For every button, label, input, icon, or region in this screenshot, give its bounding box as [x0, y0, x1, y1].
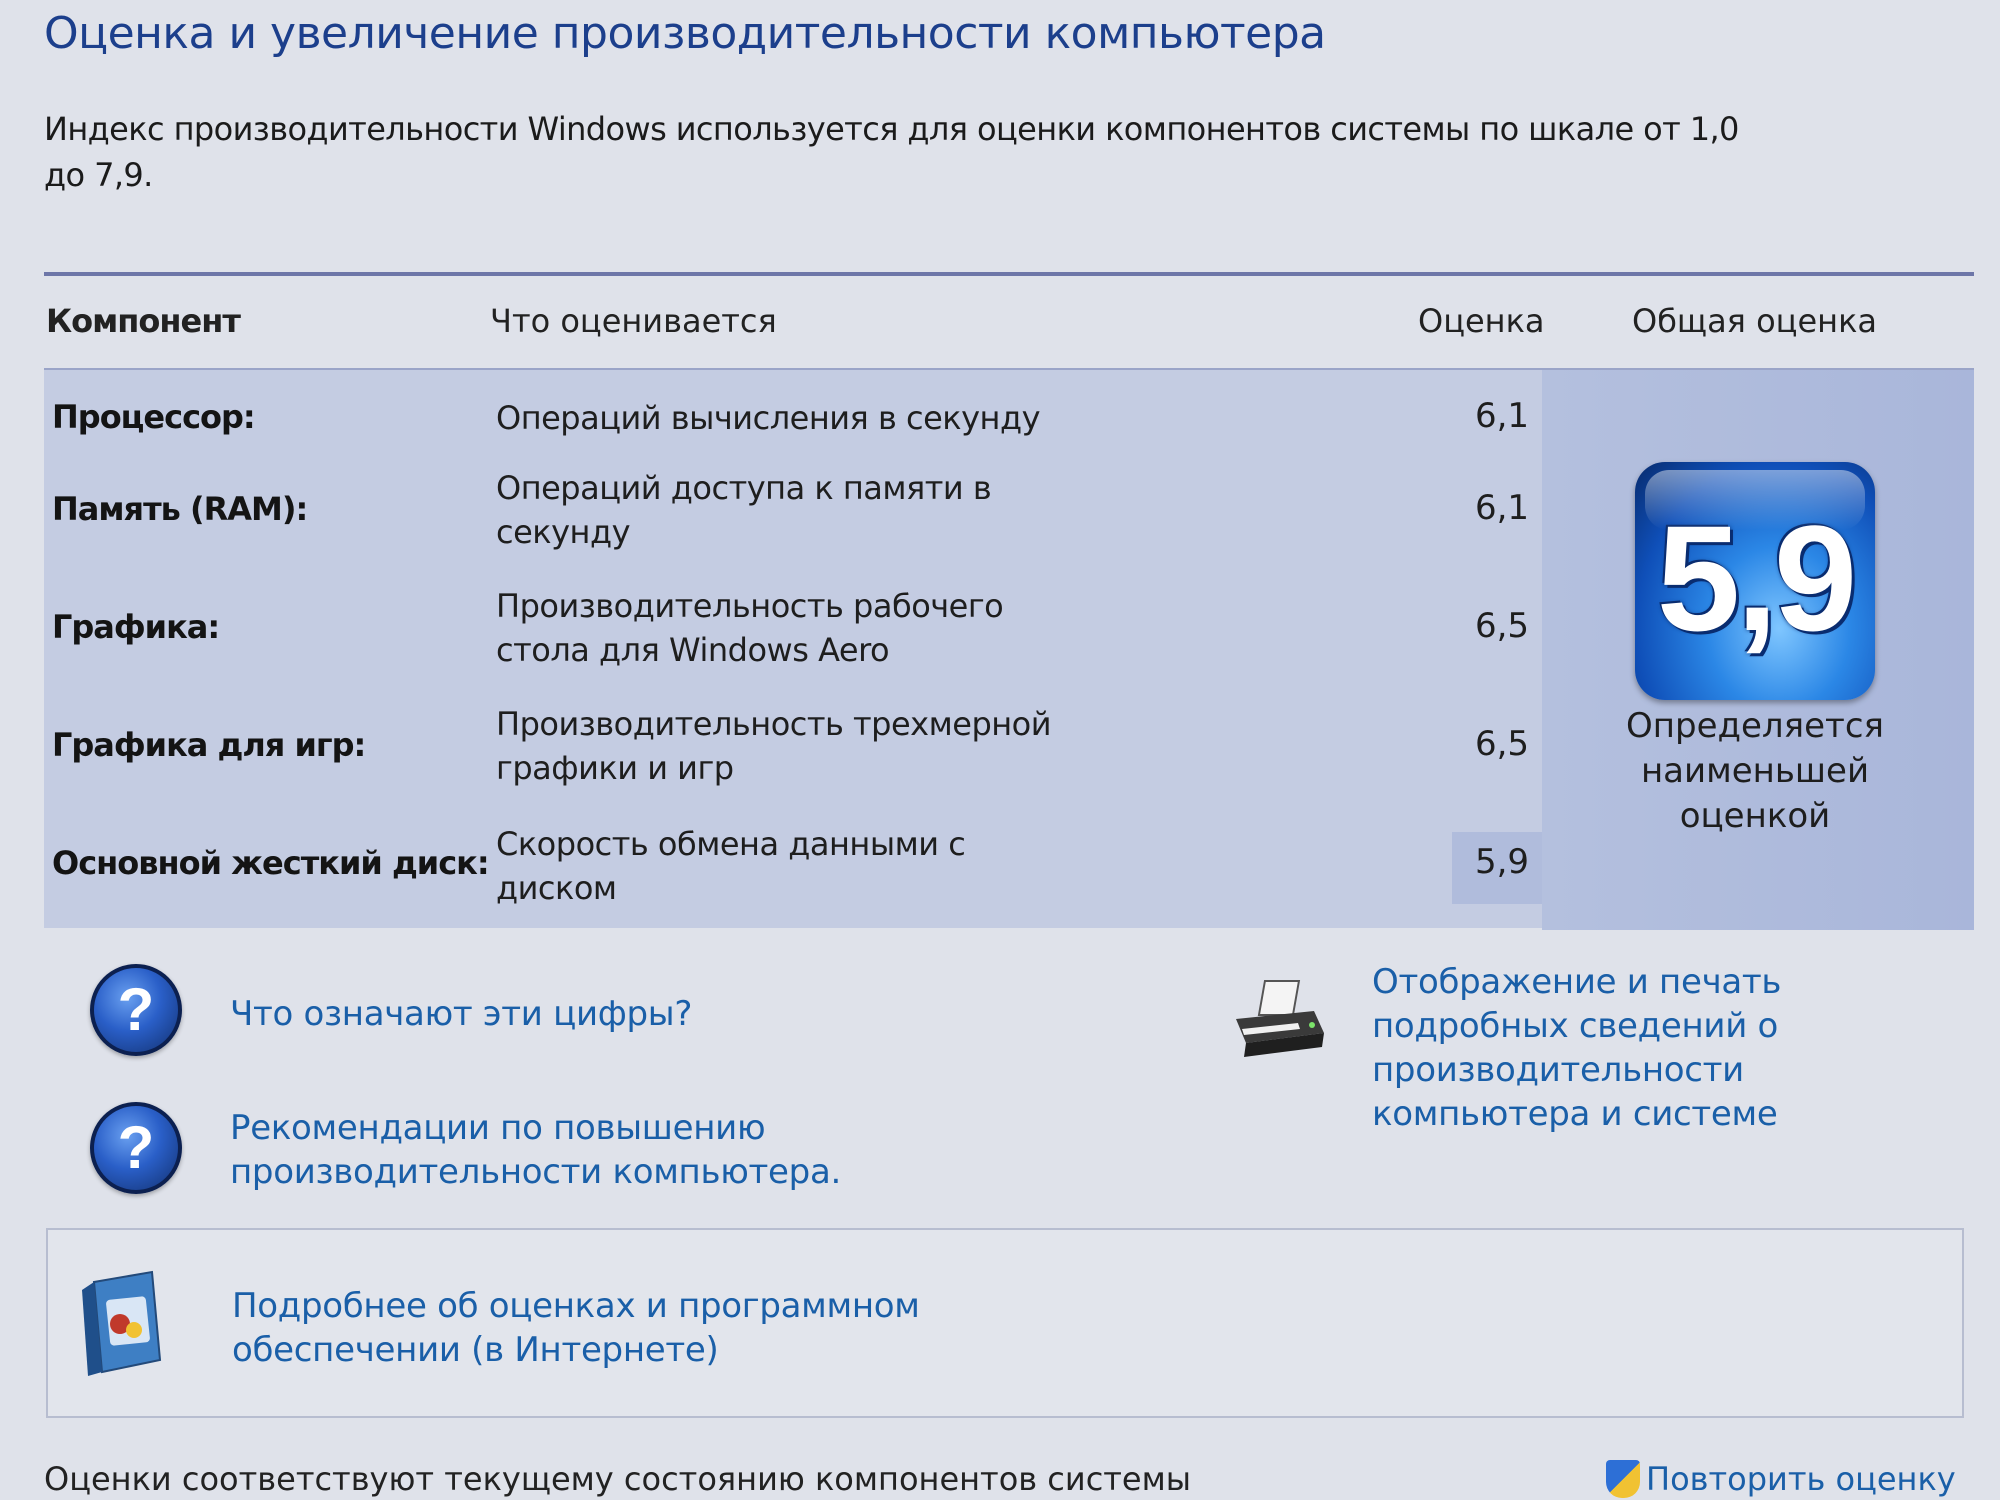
- book-icon[interactable]: [74, 1268, 174, 1378]
- page-title: Оценка и увеличение производительности к…: [44, 8, 1326, 59]
- component-what: Операций вычисления в секунду: [496, 399, 1041, 437]
- link-what-numbers-mean[interactable]: Что означают эти цифры?: [230, 992, 692, 1036]
- link-print-details[interactable]: Отображение и печать подробных сведений …: [1372, 960, 1972, 1136]
- printer-icon[interactable]: [1228, 975, 1328, 1065]
- component-name: Основной жесткий диск:: [52, 844, 490, 882]
- component-what: Скорость обмена данными с диском: [496, 825, 966, 907]
- base-score-caption: Определяется наименьшей оценкой: [1626, 706, 1884, 836]
- component-score: 5,9: [1474, 842, 1530, 882]
- header-overall: Общая оценка: [1632, 302, 1877, 340]
- base-score-value: 5,9: [1656, 494, 1858, 662]
- base-score-badge: 5,9: [1635, 462, 1875, 700]
- link-recommendations[interactable]: Рекомендации по повышению производительн…: [230, 1106, 870, 1194]
- component-score: 6,1: [1474, 396, 1530, 436]
- help-icon[interactable]: ?: [90, 964, 182, 1056]
- header-score: Оценка: [1418, 302, 1545, 340]
- footer-status: Оценки соответствуют текущему состоянию …: [44, 1460, 1192, 1498]
- component-name: Память (RAM):: [52, 490, 308, 528]
- help-icon[interactable]: ?: [90, 1102, 182, 1194]
- component-name: Процессор:: [52, 398, 256, 436]
- component-score: 6,1: [1474, 488, 1530, 528]
- rerun-assessment-link[interactable]: Повторить оценку: [1606, 1460, 1956, 1498]
- link-more-online[interactable]: Подробнее об оценках и программном обесп…: [232, 1284, 992, 1372]
- header-what: Что оценивается: [490, 302, 777, 340]
- component-score: 6,5: [1474, 724, 1530, 764]
- intro-text: Индекс производительности Windows исполь…: [44, 110, 1739, 194]
- header-component: Компонент: [46, 302, 241, 340]
- component-what: Производительность рабочего стола для Wi…: [496, 587, 1004, 669]
- component-what: Операций доступа к памяти в секунду: [496, 469, 992, 551]
- component-name: Графика для игр:: [52, 726, 366, 764]
- rerun-label: Повторить оценку: [1646, 1460, 1956, 1498]
- component-score: 6,5: [1474, 606, 1530, 646]
- component-what: Производительность трехмерной графики и …: [496, 705, 1052, 787]
- shield-icon: [1606, 1460, 1640, 1498]
- header-rule: [44, 272, 1974, 276]
- component-name: Графика:: [52, 608, 220, 646]
